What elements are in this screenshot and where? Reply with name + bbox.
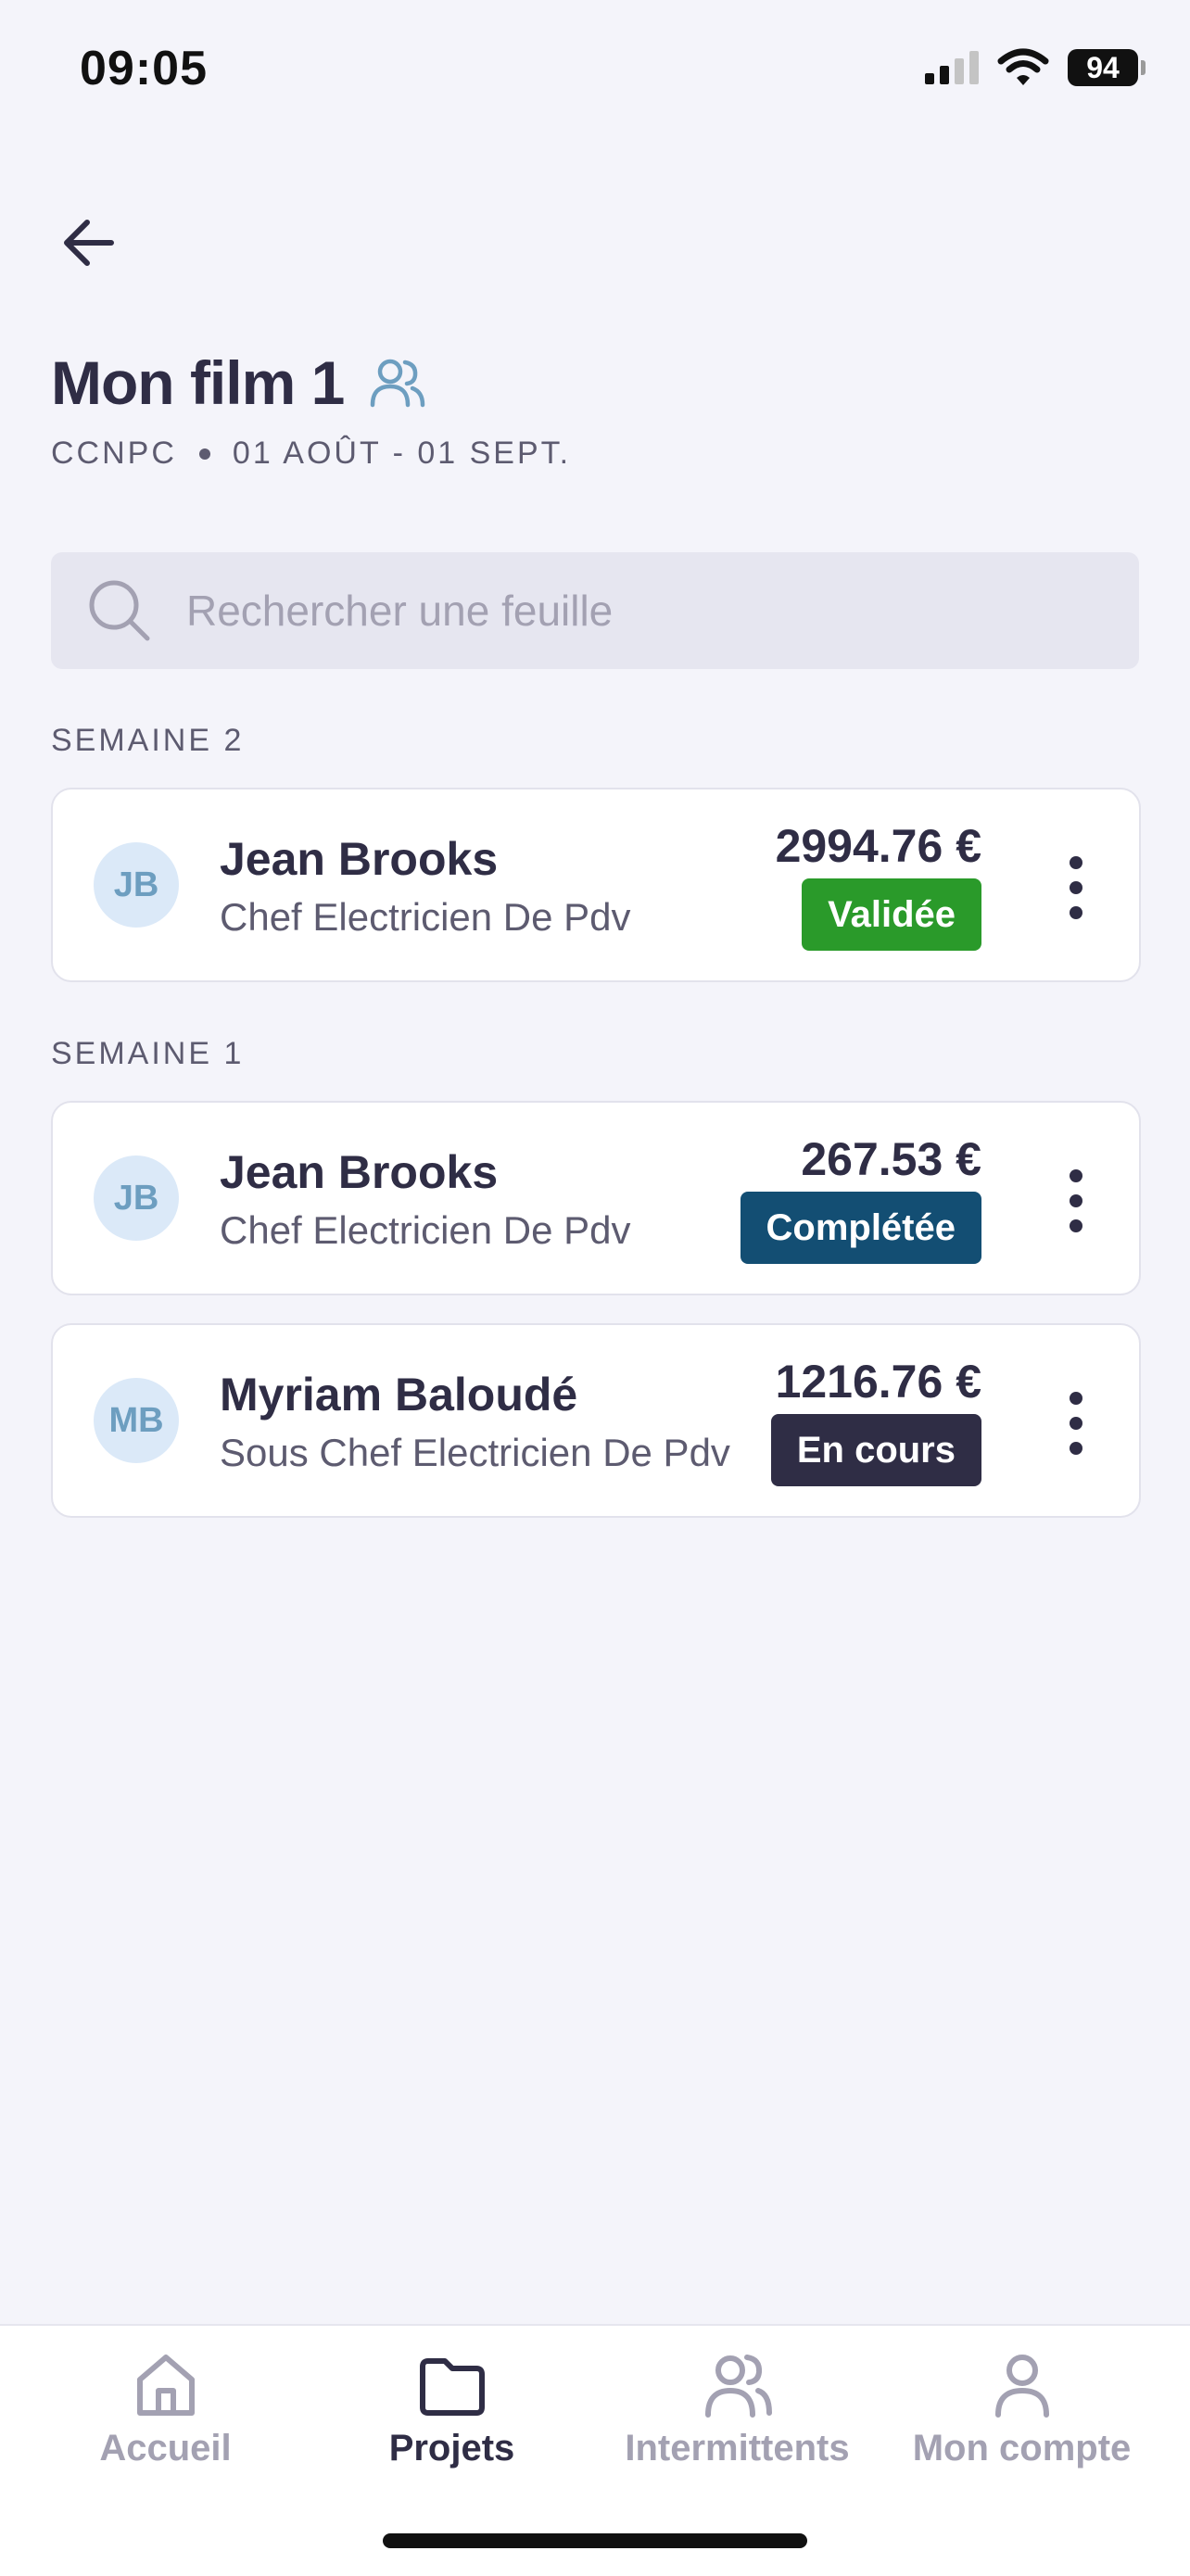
search-input[interactable] <box>184 585 1096 637</box>
amount: 2994.76 € <box>775 820 981 872</box>
tab-accueil[interactable]: Accueil <box>17 2348 314 2469</box>
title-row: Mon film 1 <box>51 347 425 418</box>
separator-dot <box>198 448 210 460</box>
page-title: Mon film 1 <box>51 348 345 417</box>
tab-label: Mon compte <box>912 2428 1132 2469</box>
search-box[interactable] <box>51 552 1139 669</box>
tab-mon-compte[interactable]: Mon compte <box>873 2348 1171 2469</box>
person-role: Chef Electricien De Pdv <box>220 895 631 939</box>
team-icon[interactable] <box>370 357 425 409</box>
battery-indicator: 94 <box>1068 49 1146 86</box>
timesheet-card[interactable]: JB Jean Brooks Chef Electricien De Pdv 2… <box>51 788 1141 982</box>
avatar: JB <box>94 842 179 928</box>
more-vertical-icon <box>1070 856 1082 869</box>
user-icon <box>994 2355 1049 2418</box>
more-vertical-icon <box>1070 1169 1082 1182</box>
amount: 1216.76 € <box>775 1356 981 1408</box>
tab-label: Projets <box>388 2428 515 2469</box>
back-button[interactable] <box>52 206 126 280</box>
tab-projets[interactable]: Projets <box>303 2348 601 2469</box>
person-role: Chef Electricien De Pdv <box>220 1208 631 1252</box>
folder-icon <box>419 2358 485 2416</box>
wifi-icon <box>997 48 1049 85</box>
status-bar: 09:05 94 <box>0 0 1190 139</box>
status-badge: Validée <box>802 878 981 951</box>
status-time: 09:05 <box>80 42 208 95</box>
arrow-left-icon <box>64 220 114 266</box>
avatar: JB <box>94 1155 179 1241</box>
convention-label: CCNPC <box>51 436 177 471</box>
avatar: MB <box>94 1378 179 1463</box>
date-range: 01 AOÛT - 01 SEPT. <box>232 436 572 471</box>
home-icon <box>136 2355 195 2416</box>
tab-label: Intermittents <box>625 2428 850 2469</box>
search-icon <box>89 580 150 641</box>
person-name: Jean Brooks <box>220 1146 499 1198</box>
person-name: Jean Brooks <box>220 833 499 885</box>
tab-intermittents[interactable]: Intermittents <box>589 2348 886 2469</box>
tab-label: Accueil <box>99 2428 232 2469</box>
status-badge: Complétée <box>740 1192 981 1264</box>
timesheet-card[interactable]: MB Myriam Baloudé Sous Chef Electricien … <box>51 1323 1141 1518</box>
users-icon <box>704 2355 772 2418</box>
project-subtitle: CCNPC 01 AOÛT - 01 SEPT. <box>51 436 571 472</box>
person-role: Sous Chef Electricien De Pdv <box>220 1431 730 1474</box>
person-name: Myriam Baloudé <box>220 1369 578 1421</box>
more-vertical-icon <box>1070 1392 1082 1405</box>
amount: 267.53 € <box>801 1133 981 1185</box>
status-icons: 94 <box>923 48 1146 87</box>
status-badge: En cours <box>770 1414 981 1486</box>
more-options-button[interactable] <box>1057 1386 1095 1460</box>
section-label-semaine-1: SEMAINE 1 <box>51 1036 245 1071</box>
more-options-button[interactable] <box>1057 1164 1095 1238</box>
cellular-signal-icon <box>925 51 979 84</box>
section-label-semaine-2: SEMAINE 2 <box>51 723 245 758</box>
home-indicator <box>383 2533 807 2548</box>
more-options-button[interactable] <box>1057 851 1095 925</box>
timesheet-card[interactable]: JB Jean Brooks Chef Electricien De Pdv 2… <box>51 1101 1141 1295</box>
